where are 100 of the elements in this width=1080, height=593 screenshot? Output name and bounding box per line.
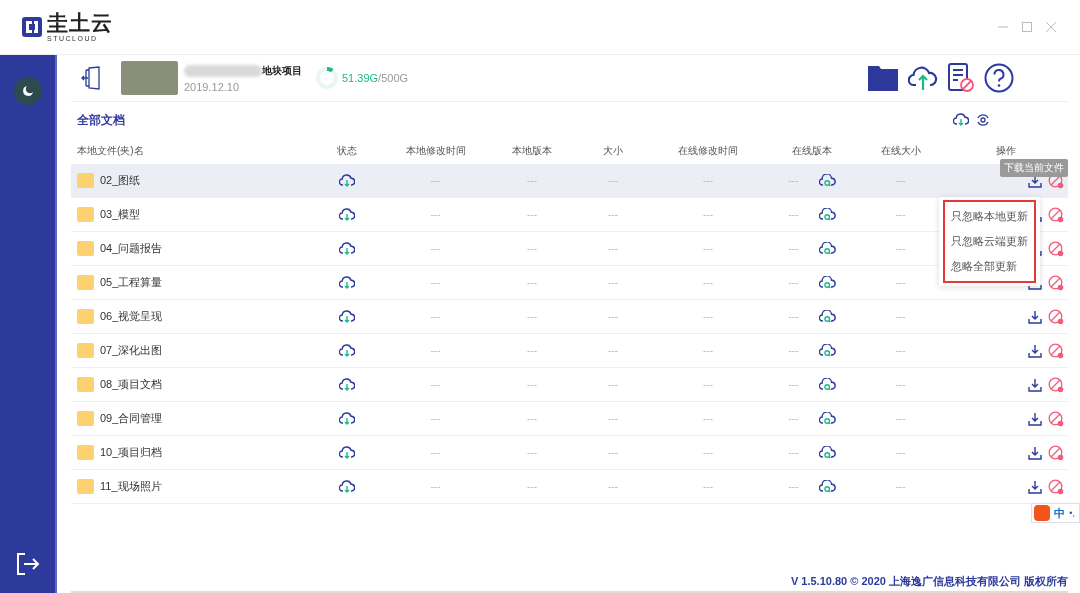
cloud-search-icon[interactable] <box>818 173 836 188</box>
cloud-search-icon[interactable] <box>818 241 836 256</box>
folder-icon[interactable] <box>868 65 898 91</box>
cloud-search-icon[interactable] <box>818 377 836 392</box>
cloud-download-icon[interactable] <box>338 343 355 358</box>
refresh-icon[interactable] <box>976 113 990 127</box>
table-cell: --- <box>430 175 441 186</box>
table-cell: --- <box>608 243 618 254</box>
download-icon[interactable] <box>1028 343 1042 358</box>
photo-placeholder <box>121 61 178 95</box>
ime-punctuation[interactable]: •, <box>1069 508 1075 518</box>
file-name: 11_现场照片 <box>100 479 162 494</box>
cloud-download-icon[interactable] <box>338 173 355 188</box>
table-row[interactable]: 09_合同管理 --- --- --- --- --- --- <box>71 402 1068 436</box>
table-cell: --- <box>430 277 441 288</box>
column-header: 本地修改时间 <box>404 144 467 158</box>
download-icon[interactable] <box>1028 479 1042 494</box>
cloud-download-icon[interactable] <box>338 411 355 426</box>
menu-item[interactable]: 只忽略云端更新 <box>945 229 1034 254</box>
column-header: 本地版本 <box>511 144 553 158</box>
table-cell: --- <box>527 379 537 390</box>
table-cell: --- <box>703 413 713 424</box>
table-cell: --- <box>788 277 799 288</box>
folder-icon <box>77 377 94 392</box>
cloud-search-icon[interactable] <box>818 343 836 358</box>
ime-mode[interactable]: 中 <box>1054 505 1066 521</box>
copyright-text: V 1.5.10.80 © 2020 上海逸广信息科技有限公司 版权所有 <box>790 575 1068 587</box>
table-row[interactable]: 10_项目归档 --- --- --- --- --- --- <box>71 436 1068 470</box>
table-row[interactable]: 08_项目文档 --- --- --- --- --- --- <box>71 368 1068 402</box>
ignore-icon[interactable] <box>1048 206 1064 223</box>
table-cell: --- <box>608 447 618 458</box>
table-cell: --- <box>430 243 441 254</box>
cloud-search-icon[interactable] <box>818 309 836 324</box>
cloud-search-icon[interactable] <box>818 445 836 460</box>
table-row[interactable]: 07_深化出图 --- --- --- --- --- --- <box>71 334 1068 368</box>
column-header: 本地文件(夹)名 <box>76 144 145 158</box>
ignore-icon[interactable] <box>1048 342 1064 359</box>
table-cell: --- <box>430 481 441 492</box>
ignore-icon[interactable] <box>1048 376 1064 393</box>
download-icon[interactable] <box>1028 411 1042 426</box>
avatar[interactable] <box>13 77 42 105</box>
cloud-download-icon[interactable] <box>338 241 355 256</box>
folder-icon <box>77 207 94 222</box>
cloud-search-icon[interactable] <box>818 207 836 222</box>
ignore-icon[interactable] <box>1048 444 1064 461</box>
logout-icon[interactable] <box>15 553 40 575</box>
table-cell: --- <box>895 379 906 390</box>
folder-icon <box>77 411 94 426</box>
cloud-download-icon[interactable] <box>338 445 355 460</box>
table-cell: --- <box>527 481 537 492</box>
cloud-download-icon[interactable] <box>338 479 355 494</box>
file-name: 05_工程算量 <box>100 275 163 290</box>
document-ignore-icon[interactable] <box>948 63 974 93</box>
cloud-download-icon[interactable] <box>338 377 355 392</box>
column-header: 在线修改时间 <box>677 144 739 158</box>
ignore-icon[interactable] <box>1048 478 1064 495</box>
table-row[interactable]: 11_现场照片 --- --- --- --- --- --- <box>71 470 1068 504</box>
table-cell: --- <box>788 243 799 254</box>
cloud-upload-icon[interactable] <box>908 65 938 91</box>
folder-icon <box>77 173 94 188</box>
table-cell: --- <box>703 209 713 220</box>
cloud-sync-icon[interactable] <box>953 113 969 127</box>
table-cell: --- <box>895 413 906 424</box>
table-cell: --- <box>788 175 799 186</box>
cloud-download-icon[interactable] <box>338 275 355 290</box>
download-icon[interactable] <box>1028 445 1042 460</box>
table-cell: --- <box>527 413 537 424</box>
folder-icon <box>77 275 94 290</box>
cloud-search-icon[interactable] <box>818 411 836 426</box>
table-cell: --- <box>895 481 906 492</box>
help-icon[interactable] <box>984 63 1014 93</box>
project-name: 地块项目 <box>262 63 302 78</box>
column-header: 操作 <box>994 144 1017 158</box>
ignore-icon[interactable] <box>1048 308 1064 325</box>
ignore-icon[interactable] <box>1048 410 1064 427</box>
table-cell: --- <box>895 175 906 186</box>
ignore-icon[interactable] <box>1048 274 1064 291</box>
table-cell: --- <box>527 447 537 458</box>
cloud-download-icon[interactable] <box>338 207 355 222</box>
menu-item[interactable]: 只忽略本地更新 <box>945 204 1034 229</box>
cloud-download-icon[interactable] <box>338 309 355 324</box>
file-name: 03_模型 <box>100 207 141 222</box>
table-row[interactable]: 06_视觉呈现 --- --- --- --- --- --- <box>71 300 1068 334</box>
table-cell: --- <box>430 447 441 458</box>
folder-icon <box>77 445 94 460</box>
file-name: 08_项目文档 <box>100 377 163 392</box>
door-icon[interactable] <box>81 66 103 90</box>
logo-icon <box>22 17 42 37</box>
table-cell: --- <box>430 209 441 220</box>
table-cell: --- <box>527 243 537 254</box>
cloud-search-icon[interactable] <box>818 479 836 494</box>
download-icon[interactable] <box>1028 309 1042 324</box>
table-cell: --- <box>608 209 618 220</box>
table-cell: --- <box>608 311 618 322</box>
table-cell: --- <box>527 345 537 356</box>
cloud-search-icon[interactable] <box>818 275 836 290</box>
download-icon[interactable] <box>1028 377 1042 392</box>
file-name: 06_视觉呈现 <box>100 309 163 324</box>
table-cell: --- <box>895 447 906 458</box>
ignore-icon[interactable] <box>1048 240 1064 257</box>
